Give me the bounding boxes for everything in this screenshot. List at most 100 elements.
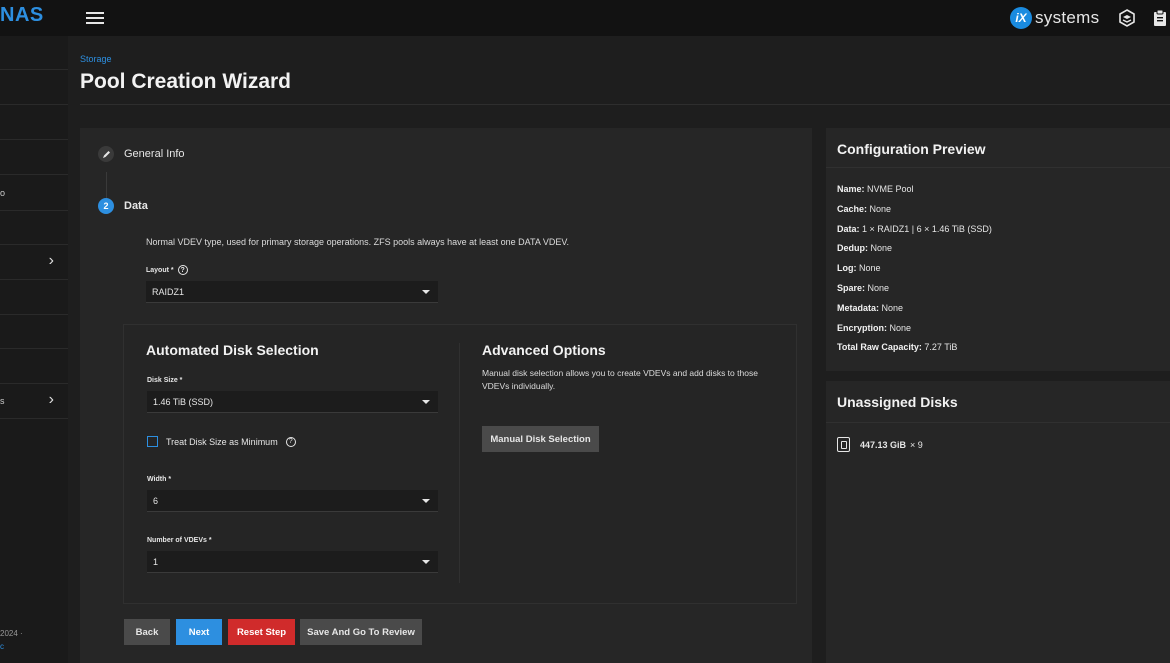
preview-row-cache: Cache: None bbox=[837, 204, 891, 214]
reset-step-button[interactable]: Reset Step bbox=[228, 619, 295, 645]
sidebar-item[interactable] bbox=[0, 280, 68, 315]
layout-label-text: Layout * bbox=[146, 266, 174, 274]
page-title: Pool Creation Wizard bbox=[80, 70, 291, 93]
brand-logo[interactable]: NAS bbox=[0, 4, 44, 27]
treat-disk-size-minimum-checkbox[interactable] bbox=[147, 436, 158, 447]
chevron-right-icon: › bbox=[48, 252, 54, 269]
disk-size-select[interactable]: 1.46 TiB (SSD) bbox=[147, 391, 438, 413]
preview-row-dedup: Dedup: None bbox=[837, 243, 892, 253]
preview-row-spare: Spare: None bbox=[837, 283, 889, 293]
number-of-vdevs-label: Number of VDEVs * bbox=[147, 537, 212, 544]
unassigned-disks-title: Unassigned Disks bbox=[837, 394, 958, 410]
sidebar-item[interactable]: o bbox=[0, 175, 68, 211]
preview-row-data: Data: 1 × RAIDZ1 | 6 × 1.46 TiB (SSD) bbox=[837, 224, 992, 234]
advanced-options-title: Advanced Options bbox=[482, 342, 606, 358]
manual-disk-selection-button[interactable]: Manual Disk Selection bbox=[482, 426, 599, 452]
preview-key: Spare: bbox=[837, 283, 866, 293]
treat-disk-size-minimum-label: Treat Disk Size as Minimum bbox=[166, 436, 278, 447]
preview-value: None bbox=[881, 303, 904, 313]
step-label: Data bbox=[124, 200, 148, 212]
sidebar: o › s › 2024 · c bbox=[0, 36, 68, 663]
preview-key: Metadata: bbox=[837, 303, 880, 313]
sidebar-copyright: 2024 · bbox=[0, 629, 23, 638]
automated-disk-selection-title: Automated Disk Selection bbox=[146, 342, 319, 358]
menu-toggle-icon[interactable] bbox=[86, 9, 104, 27]
unassigned-disks-card: Unassigned Disks 447.13 GiB × 9 bbox=[826, 381, 1170, 663]
truecommand-icon[interactable] bbox=[1118, 9, 1136, 27]
ix-logo-text: systems bbox=[1035, 8, 1100, 27]
preview-key: Total Raw Capacity: bbox=[837, 342, 922, 352]
sidebar-item[interactable] bbox=[0, 140, 68, 175]
disk-size-label: Disk Size * bbox=[147, 377, 183, 384]
sidebar-footer-link[interactable]: c bbox=[0, 642, 4, 651]
preview-row-total-capacity: Total Raw Capacity: 7.27 TiB bbox=[837, 342, 957, 352]
preview-value: None bbox=[867, 283, 890, 293]
data-vdev-description: Normal VDEV type, used for primary stora… bbox=[146, 237, 570, 247]
preview-value: NVME Pool bbox=[867, 184, 914, 194]
step-number-badge: 2 bbox=[98, 198, 114, 214]
sidebar-item-label: s bbox=[0, 396, 5, 406]
preview-value: None bbox=[869, 204, 892, 214]
ixsystems-logo[interactable]: iX systems bbox=[1010, 7, 1099, 29]
dropdown-arrow-icon bbox=[422, 499, 430, 503]
preview-value: 7.27 TiB bbox=[924, 342, 958, 352]
clipboard-icon[interactable] bbox=[1151, 9, 1169, 27]
step-data[interactable]: 2 Data bbox=[98, 198, 148, 214]
preview-key: Encryption: bbox=[837, 323, 888, 333]
width-label: Width * bbox=[147, 476, 172, 483]
preview-row-log: Log: None bbox=[837, 263, 881, 273]
ix-logo-mark: iX bbox=[1010, 7, 1032, 29]
configuration-preview-card: Configuration Preview Name: NVME Pool Ca… bbox=[826, 128, 1170, 371]
help-icon[interactable]: ? bbox=[285, 436, 296, 447]
section-divider bbox=[459, 343, 460, 583]
preview-value: None bbox=[870, 243, 893, 253]
preview-key: Log: bbox=[837, 263, 857, 273]
preview-row-name: Name: NVME Pool bbox=[837, 184, 914, 194]
number-of-vdevs-select[interactable]: 1 bbox=[147, 551, 438, 573]
sidebar-item[interactable] bbox=[0, 105, 68, 140]
pencil-icon bbox=[98, 146, 114, 162]
step-connector bbox=[106, 172, 107, 200]
advanced-options-description: Manual disk selection allows you to crea… bbox=[482, 368, 758, 392]
sidebar-item[interactable] bbox=[0, 211, 68, 245]
next-button[interactable]: Next bbox=[176, 619, 222, 645]
dropdown-arrow-icon bbox=[422, 400, 430, 404]
preview-key: Name: bbox=[837, 184, 865, 194]
width-value: 6 bbox=[153, 496, 159, 506]
breadcrumb[interactable]: Storage bbox=[80, 54, 112, 64]
step-general-info[interactable]: General Info bbox=[98, 146, 185, 162]
disk-size-value: 1.46 TiB (SSD) bbox=[153, 397, 214, 407]
sidebar-item[interactable] bbox=[0, 315, 68, 349]
sidebar-item[interactable] bbox=[0, 36, 68, 70]
preview-row-metadata: Metadata: None bbox=[837, 303, 903, 313]
sidebar-item-expandable[interactable]: s › bbox=[0, 384, 68, 419]
dropdown-arrow-icon bbox=[422, 560, 430, 564]
card-header: Configuration Preview bbox=[826, 128, 1170, 168]
configuration-preview-title: Configuration Preview bbox=[837, 141, 986, 157]
width-select[interactable]: 6 bbox=[147, 490, 438, 512]
hard-disk-icon bbox=[837, 437, 850, 452]
sidebar-item[interactable] bbox=[0, 70, 68, 105]
chevron-right-icon: › bbox=[48, 391, 54, 408]
layout-select[interactable]: RAIDZ1 bbox=[146, 281, 438, 303]
treat-disk-size-minimum-row: Treat Disk Size as Minimum ? bbox=[147, 436, 296, 447]
dropdown-arrow-icon bbox=[422, 290, 430, 294]
disk-count: × 9 bbox=[910, 439, 923, 450]
preview-key: Data: bbox=[837, 224, 860, 234]
preview-row-encryption: Encryption: None bbox=[837, 323, 911, 333]
sidebar-item[interactable] bbox=[0, 349, 68, 384]
sidebar-item-expandable[interactable]: › bbox=[0, 245, 68, 280]
disk-size: 447.13 GiB bbox=[860, 439, 907, 450]
save-and-review-button[interactable]: Save And Go To Review bbox=[300, 619, 422, 645]
preview-key: Dedup: bbox=[837, 243, 868, 253]
help-icon[interactable]: ? bbox=[177, 265, 188, 275]
card-header: Unassigned Disks bbox=[826, 381, 1170, 423]
layout-select-value: RAIDZ1 bbox=[152, 287, 185, 297]
number-of-vdevs-value: 1 bbox=[153, 557, 159, 567]
back-button[interactable]: Back bbox=[124, 619, 170, 645]
top-bar: NAS iX systems bbox=[0, 0, 1170, 36]
layout-label: Layout * ? bbox=[146, 265, 188, 275]
sidebar-item-label: o bbox=[0, 188, 6, 198]
step-label: General Info bbox=[124, 148, 185, 160]
preview-value: 1 × RAIDZ1 | 6 × 1.46 TiB (SSD) bbox=[862, 224, 992, 234]
